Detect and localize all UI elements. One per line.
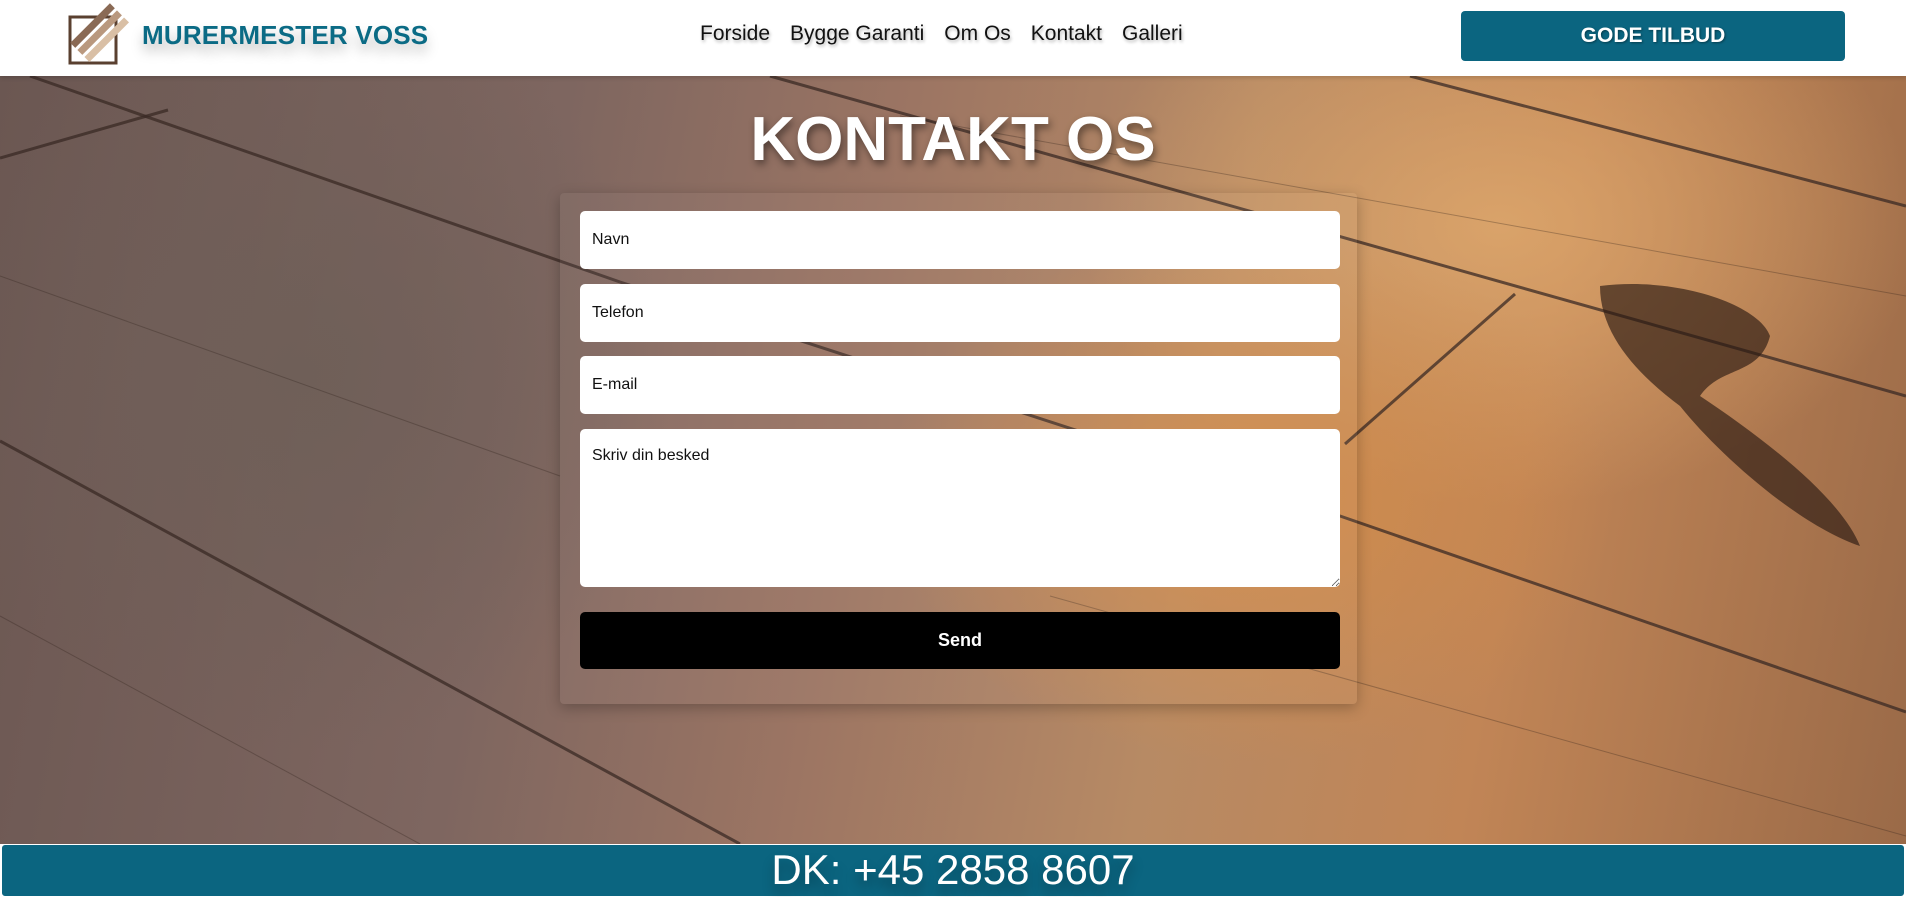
contact-form: Send bbox=[560, 193, 1357, 704]
brick-logo-icon bbox=[68, 3, 129, 65]
nav-item-galleri[interactable]: Galleri bbox=[1122, 22, 1183, 46]
site-header: MURERMESTER VOSS Forside Bygge Garanti O… bbox=[0, 0, 1906, 76]
main-nav: Forside Bygge Garanti Om Os Kontakt Gall… bbox=[700, 22, 1183, 46]
brand-logo[interactable]: MURERMESTER VOSS bbox=[66, 0, 428, 70]
email-input[interactable] bbox=[580, 356, 1340, 414]
phone-number: DK: +45 2858 8607 bbox=[771, 846, 1135, 893]
send-button[interactable]: Send bbox=[580, 612, 1340, 669]
nav-item-om-os[interactable]: Om Os bbox=[944, 22, 1011, 46]
nav-item-bygge-garanti[interactable]: Bygge Garanti bbox=[790, 22, 924, 46]
message-textarea[interactable] bbox=[580, 429, 1340, 587]
name-input[interactable] bbox=[580, 211, 1340, 269]
phone-input[interactable] bbox=[580, 284, 1340, 342]
nav-item-kontakt[interactable]: Kontakt bbox=[1031, 22, 1102, 46]
phone-bar[interactable]: DK: +45 2858 8607 bbox=[1, 844, 1905, 897]
nav-item-forside[interactable]: Forside bbox=[700, 22, 770, 46]
brand-name: MURERMESTER VOSS bbox=[142, 19, 429, 50]
gode-tilbud-button[interactable]: GODE TILBUD bbox=[1461, 11, 1845, 61]
page-title: KONTAKT OS bbox=[750, 105, 1156, 174]
